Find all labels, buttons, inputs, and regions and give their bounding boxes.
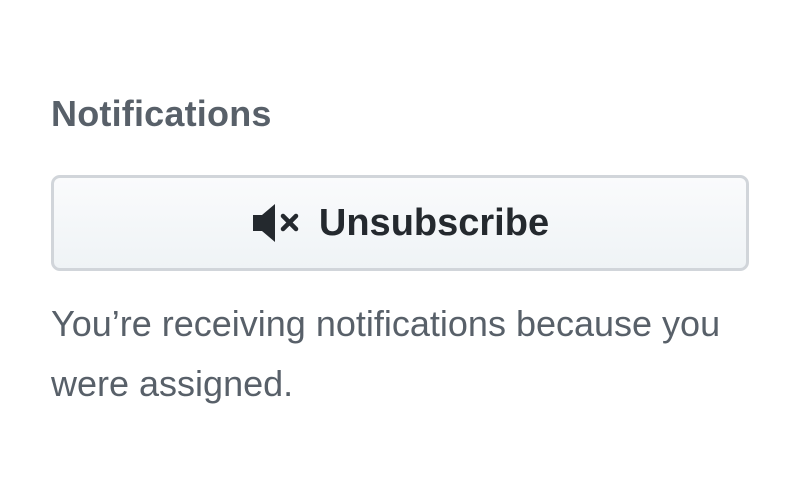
- mute-icon: [251, 201, 307, 245]
- notification-reason-text: You’re receiving notifications because y…: [51, 303, 721, 404]
- notifications-heading: Notifications: [51, 93, 272, 134]
- unsubscribe-button[interactable]: Unsubscribe: [51, 175, 749, 271]
- notifications-panel: Notifications Unsubscribe You’re receivi…: [51, 0, 749, 500]
- unsubscribe-button-label: Unsubscribe: [318, 202, 550, 244]
